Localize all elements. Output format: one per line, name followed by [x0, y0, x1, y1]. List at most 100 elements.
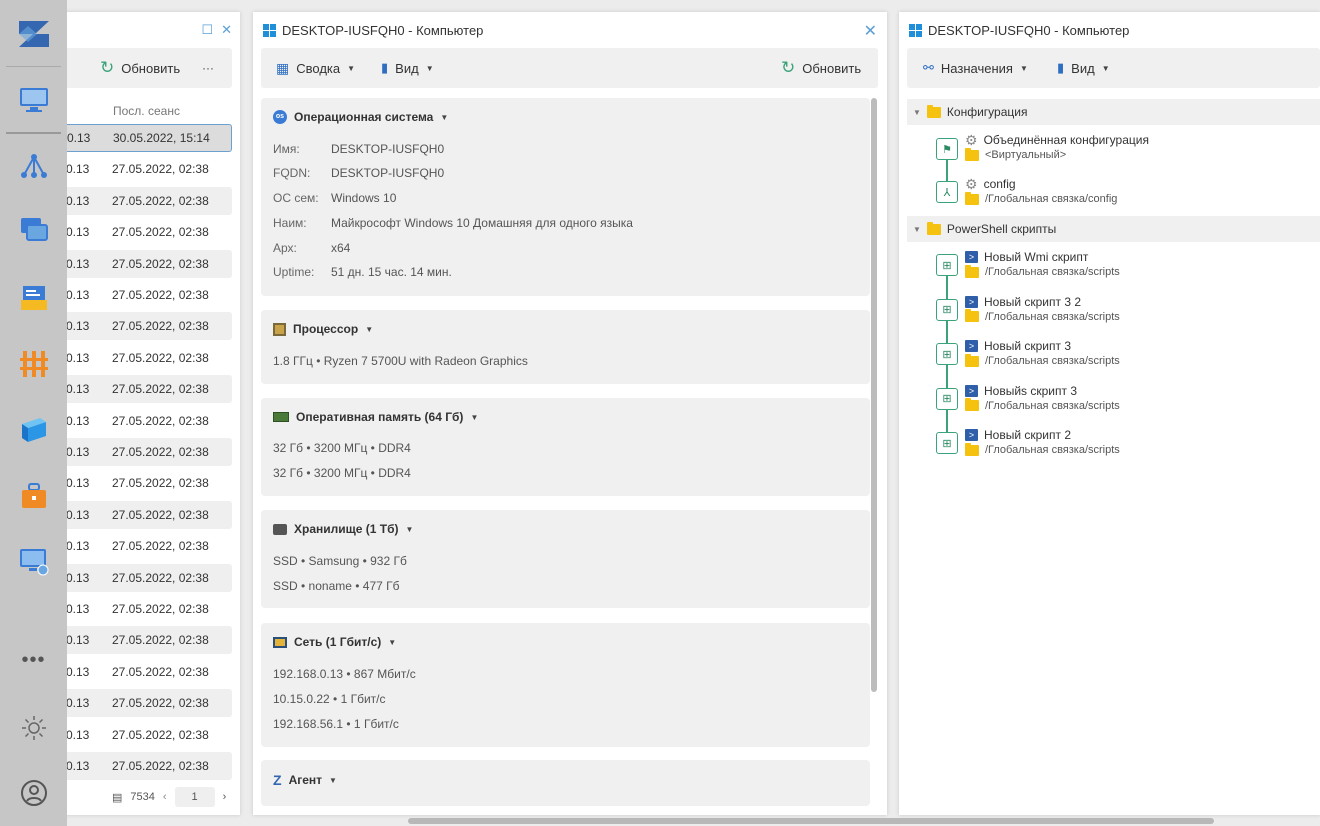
script-node-icon: ⊞: [936, 298, 958, 321]
folder-icon: [926, 221, 941, 235]
close-icon[interactable]: ✕: [221, 22, 232, 38]
toolbox-icon[interactable]: [0, 476, 67, 516]
table-row[interactable]: 0.13 27.05.2022, 02:38: [60, 344, 232, 372]
storage-card: Хранилище (1 Тб) ▼ SSD • Samsung • 932 Г…: [261, 510, 870, 608]
firewall-icon[interactable]: [0, 344, 67, 384]
page-input[interactable]: 1: [174, 787, 215, 807]
document-icon: ▮: [381, 60, 389, 75]
horizontal-scrollbar[interactable]: [408, 818, 1214, 824]
caret-down-icon: ▼: [365, 324, 374, 334]
os-field: Наим: Майкрософт Windows 10 Домашняя для …: [273, 216, 633, 230]
logo-icon[interactable]: [0, 14, 67, 54]
assignments-panel: DESKTOP-IUSFQH0 - Компьютер ⚯ Назначения…: [899, 12, 1320, 815]
remote-desktop-icon[interactable]: [0, 542, 67, 582]
network-adapter-icon: [273, 636, 287, 648]
script-item[interactable]: > Новый скрипт 2/Глобальная связка/script…: [965, 428, 1120, 456]
gear-icon: ⚙: [965, 132, 978, 148]
refresh-button[interactable]: ↻ Обновить: [100, 58, 180, 78]
table-row[interactable]: 0.13 27.05.2022, 02:38: [60, 626, 232, 655]
last-session-cell: 27.05.2022, 02:38: [112, 570, 209, 585]
table-row[interactable]: 0.13 27.05.2022, 02:38: [60, 375, 232, 404]
table-row[interactable]: 0.13 27.05.2022, 02:38: [60, 438, 232, 466]
table-row[interactable]: 0.13 27.05.2022, 02:38: [60, 500, 232, 529]
maximize-icon[interactable]: ☐: [201, 22, 213, 38]
total-count: 7534: [130, 791, 155, 803]
network-icon[interactable]: [0, 146, 67, 186]
pagination: ▤ 7534 ‹ 1 ›: [112, 787, 226, 807]
cpu-card-header[interactable]: Процессор ▼: [273, 322, 373, 336]
records-icon: ▤: [112, 791, 123, 804]
network-card: Сеть (1 Гбит/с) ▼ 192.168.0.13 • 867 Мби…: [261, 623, 870, 747]
network-card-header[interactable]: Сеть (1 Гбит/с) ▼: [273, 635, 396, 649]
config-item[interactable]: ⚙ config /Глобальная связка/config: [965, 177, 1117, 205]
table-row[interactable]: 0.13 27.05.2022, 02:38: [60, 689, 232, 718]
ram-line: 32 Гб • 3200 МГц • DDR4: [273, 466, 411, 480]
caret-down-icon: ▼: [470, 412, 479, 422]
refresh-button[interactable]: ↻ Обновить: [781, 58, 861, 78]
powershell-icon: >: [965, 340, 978, 352]
last-session-cell: 27.05.2022, 02:38: [112, 602, 209, 616]
table-row[interactable]: 0.13 27.05.2022, 02:38: [60, 752, 232, 780]
network-line: 192.168.56.1 • 1 Гбит/с: [273, 717, 399, 731]
os-field: Арх: x64: [273, 241, 351, 255]
user-icon[interactable]: [0, 773, 67, 813]
close-icon[interactable]: ✕: [864, 21, 877, 41]
table-row[interactable]: 0.13 27.05.2022, 02:38: [60, 563, 232, 592]
vertical-scrollbar[interactable]: [871, 98, 877, 692]
caret-down-icon: ▼: [913, 107, 921, 117]
last-session-cell: 27.05.2022, 02:38: [112, 225, 209, 240]
summary-dropdown[interactable]: ▦ Сводка ▼: [276, 60, 355, 77]
agent-card-header[interactable]: Z Агент ▼: [273, 772, 337, 788]
inventory-icon[interactable]: [0, 278, 67, 318]
windows-logo-icon: [263, 24, 276, 37]
script-node-icon: ⊞: [936, 432, 958, 454]
table-row[interactable]: 0.13 27.05.2022, 02:38: [60, 249, 232, 278]
table-row[interactable]: 0.13 27.05.2022, 02:38: [60, 469, 232, 497]
prev-page-icon[interactable]: ‹: [163, 791, 167, 803]
table-row[interactable]: 0.13 27.05.2022, 02:38: [60, 595, 232, 623]
os-field: ОС сем: Windows 10: [273, 191, 397, 205]
last-session-cell: 27.05.2022, 02:38: [112, 162, 209, 177]
script-item[interactable]: > Новыйs скрипт 3/Глобальная связка/scrip…: [965, 384, 1120, 412]
caret-down-icon: ▼: [347, 63, 356, 73]
monitor-icon[interactable]: [0, 80, 67, 120]
table-row[interactable]: 0.13 30.05.2022, 15:14: [60, 124, 232, 152]
table-row[interactable]: 0.13 27.05.2022, 02:38: [60, 407, 232, 435]
storage-card-header[interactable]: Хранилище (1 Тб) ▼: [273, 522, 413, 536]
folder-icon: [965, 191, 979, 205]
more-icon[interactable]: •••: [0, 640, 67, 680]
script-item[interactable]: > Новый скрипт 3/Глобальная связка/script…: [965, 339, 1120, 367]
computer-details-panel: DESKTOP-IUSFQH0 - Компьютер ✕ ▦ Сводка ▼…: [253, 12, 887, 815]
powershell-group[interactable]: ▼ PowerShell скрипты: [907, 216, 1320, 242]
last-session-header[interactable]: Посл. сеанс: [113, 104, 180, 118]
table-row[interactable]: 0.13 27.05.2022, 02:38: [60, 155, 232, 183]
table-row[interactable]: 0.13 27.05.2022, 02:38: [60, 218, 232, 246]
ram-icon: [273, 412, 289, 422]
table-row[interactable]: 0.13 27.05.2022, 02:38: [60, 312, 232, 341]
table-row[interactable]: 0.13 27.05.2022, 02:38: [60, 532, 232, 560]
folder-icon: [965, 309, 979, 322]
table-row[interactable]: 0.13 27.05.2022, 02:38: [60, 658, 232, 686]
settings-icon[interactable]: [0, 708, 67, 748]
configuration-group[interactable]: ▼ Конфигурация: [907, 99, 1320, 125]
script-item[interactable]: > Новый скрипт 3 2/Глобальная связка/scri…: [965, 295, 1120, 323]
next-page-icon[interactable]: ›: [223, 791, 227, 803]
view-dropdown[interactable]: ▮ Вид ▼: [1057, 60, 1110, 76]
box-icon[interactable]: [0, 410, 67, 450]
windows-icon[interactable]: [0, 210, 67, 250]
script-item[interactable]: > Новый Wmi скрипт/Глобальная связка/scri…: [965, 250, 1120, 278]
caret-down-icon: ▼: [329, 775, 337, 785]
config-item[interactable]: ⚙ Объединённая конфигурация <Виртуальный>: [965, 133, 1149, 161]
table-row[interactable]: 0.13 27.05.2022, 02:38: [60, 186, 232, 215]
more-button[interactable]: ···: [202, 61, 214, 75]
assignments-dropdown[interactable]: ⚯ Назначения ▼: [923, 60, 1028, 76]
folder-icon: [965, 442, 979, 456]
table-row[interactable]: 0.13 27.05.2022, 02:38: [60, 281, 232, 309]
details-title: DESKTOP-IUSFQH0 - Компьютер: [263, 23, 483, 38]
table-row[interactable]: 0.13 27.05.2022, 02:38: [60, 721, 232, 749]
network-line: 192.168.0.13 • 867 Мбит/с: [273, 667, 416, 681]
ram-card-header[interactable]: Оперативная память (64 Гб) ▼: [273, 410, 478, 424]
os-card-header[interactable]: os Операционная система ▼: [273, 110, 448, 124]
last-session-cell: 27.05.2022, 02:38: [112, 319, 209, 334]
view-dropdown[interactable]: ▮ Вид ▼: [381, 60, 434, 76]
